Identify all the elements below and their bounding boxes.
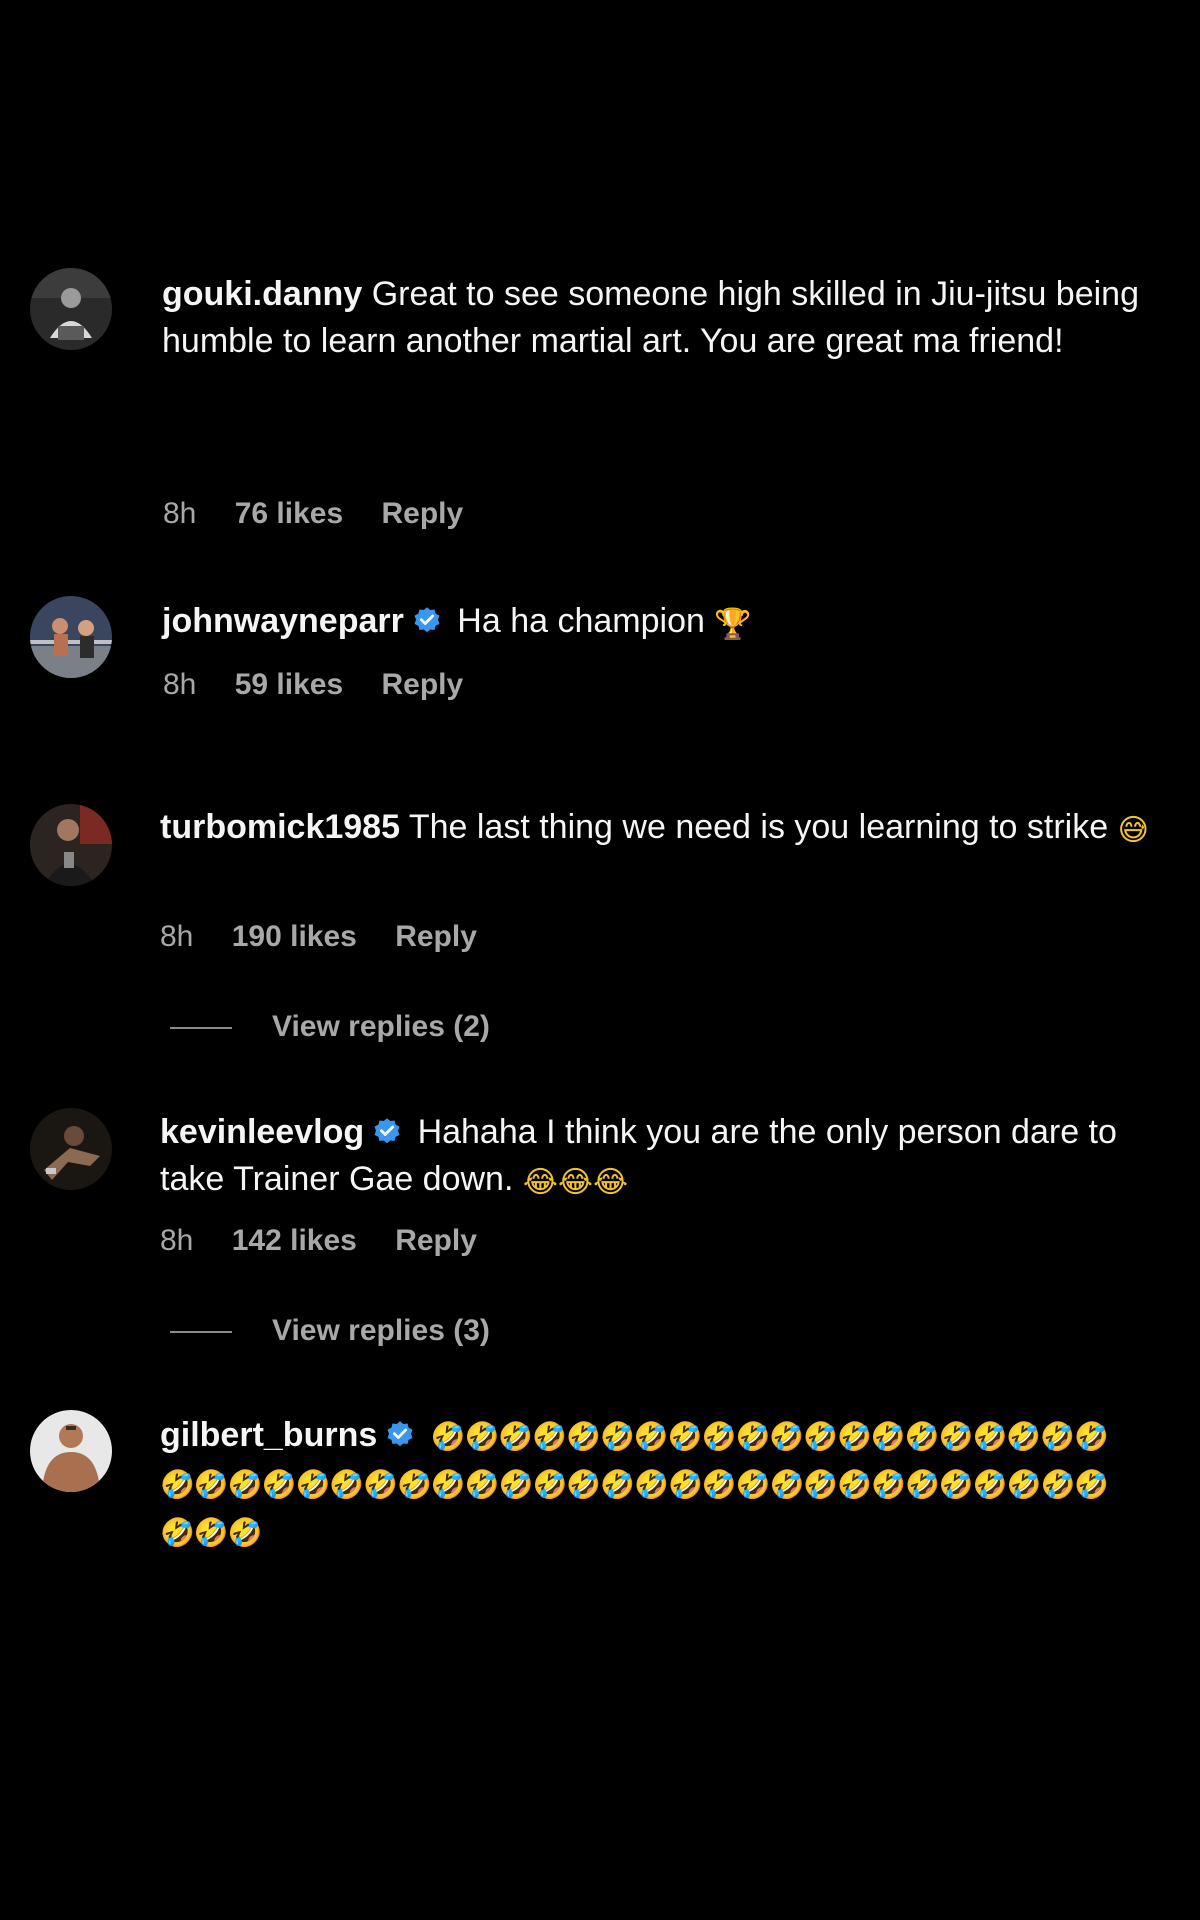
avatar[interactable]	[30, 1108, 112, 1190]
comment-body: gilbert_burns 🤣🤣🤣🤣🤣🤣🤣🤣🤣🤣🤣🤣🤣🤣🤣🤣🤣🤣🤣🤣🤣🤣🤣🤣🤣🤣…	[160, 1412, 1140, 1556]
view-replies-label[interactable]: View replies (2)	[272, 1010, 490, 1043]
comment-body: johnwayneparr Ha ha champion 🏆	[162, 598, 1162, 645]
username-link[interactable]: johnwayneparr	[162, 602, 404, 640]
username-link[interactable]: kevinleevlog	[160, 1113, 364, 1151]
username-link[interactable]: gouki.danny	[162, 275, 362, 313]
comment-meta: 8h 142 likes Reply	[160, 1224, 507, 1258]
comment-body: kevinleevlog Hahaha I think you are the …	[160, 1109, 1160, 1203]
comment-meta: 8h 190 likes Reply	[160, 920, 507, 954]
username-link[interactable]: turbomick1985	[160, 808, 400, 846]
replies-divider-line	[170, 1027, 232, 1030]
reply-button[interactable]: Reply	[382, 668, 464, 701]
comment-time: 8h	[163, 497, 197, 530]
comment-text: The last thing we need is you learning t…	[408, 808, 1109, 846]
verified-badge-icon	[372, 1117, 402, 1147]
view-replies-button[interactable]: View replies (2)	[170, 1010, 490, 1044]
view-replies-label[interactable]: View replies (3)	[272, 1314, 490, 1347]
replies-divider-line	[170, 1331, 232, 1334]
likes-count[interactable]: 76 likes	[235, 497, 343, 530]
verified-badge-icon	[385, 1420, 415, 1450]
avatar[interactable]	[30, 268, 112, 350]
likes-count[interactable]: 59 likes	[235, 668, 343, 701]
avatar[interactable]	[30, 804, 112, 886]
comment-body: gouki.danny Great to see someone high sk…	[162, 271, 1162, 365]
username-link[interactable]: gilbert_burns	[160, 1416, 377, 1454]
reply-button[interactable]: Reply	[395, 1224, 477, 1257]
comment-body: turbomick1985 The last thing we need is …	[160, 804, 1160, 851]
likes-count[interactable]: 142 likes	[232, 1224, 357, 1257]
grinning-sweat-emoji-icon: 😅	[1117, 813, 1149, 848]
comment-meta: 8h 59 likes Reply	[163, 668, 493, 702]
comment-meta: 8h 76 likes Reply	[163, 497, 493, 531]
reply-button[interactable]: Reply	[382, 497, 464, 530]
tears-of-joy-emoji-icon: 😂😂😂	[522, 1165, 629, 1200]
view-replies-button[interactable]: View replies (3)	[170, 1314, 490, 1348]
trophy-icon: 🏆	[714, 607, 752, 642]
comment-time: 8h	[160, 1224, 194, 1257]
avatar[interactable]	[30, 596, 112, 678]
reply-button[interactable]: Reply	[395, 920, 477, 953]
likes-count[interactable]: 190 likes	[232, 920, 357, 953]
avatar[interactable]	[30, 1410, 112, 1492]
comment-time: 8h	[160, 920, 194, 953]
comment-text: Ha ha champion	[457, 602, 705, 640]
comment-time: 8h	[163, 668, 197, 701]
verified-badge-icon	[412, 606, 442, 636]
